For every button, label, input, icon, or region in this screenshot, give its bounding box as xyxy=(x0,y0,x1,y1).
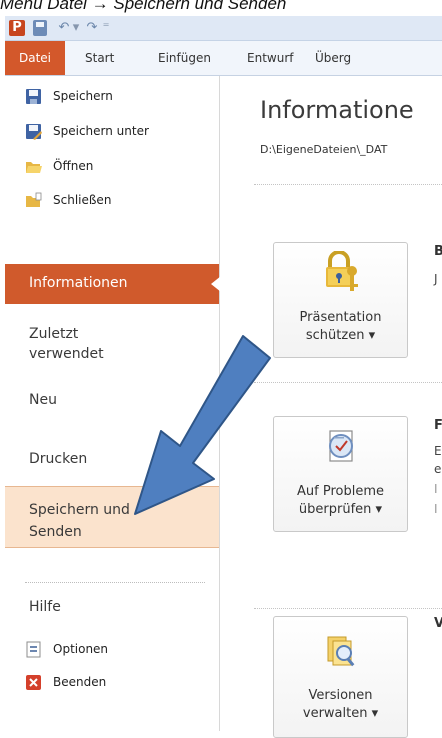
annotation-arrow-icon xyxy=(134,335,271,515)
